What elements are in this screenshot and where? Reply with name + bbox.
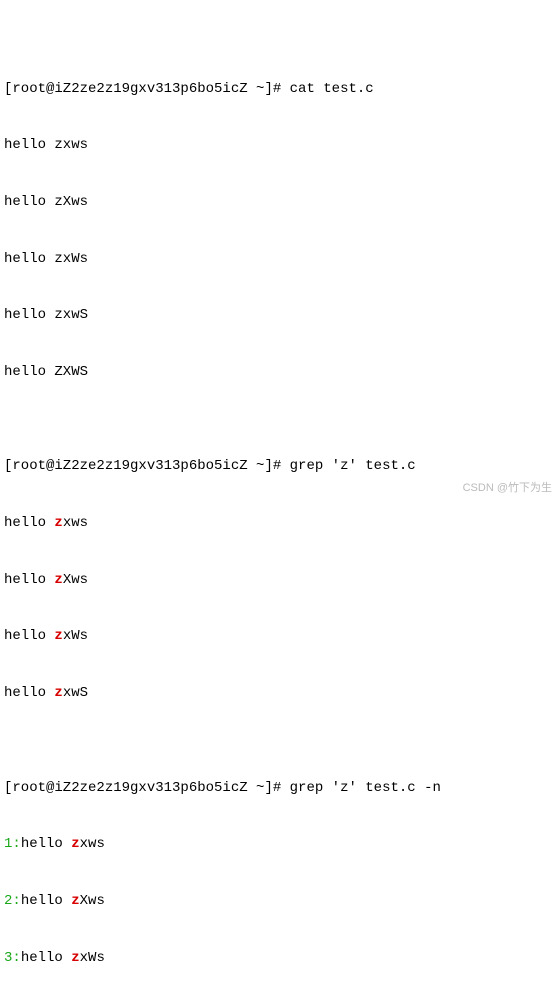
output-line: hello zxWs <box>4 627 558 646</box>
match-highlight: z <box>54 628 62 644</box>
output-line: hello ZXWS <box>4 363 558 382</box>
match-highlight: z <box>54 572 62 588</box>
output-line: hello zxws <box>4 514 558 533</box>
output-line: hello zxwS <box>4 684 558 703</box>
prompt: [root@iZ2ze2z19gxv313p6bo5icZ ~]# <box>4 458 290 474</box>
output-line: 1:hello zxws <box>4 835 558 854</box>
prompt-line: [root@iZ2ze2z19gxv313p6bo5icZ ~]# grep '… <box>4 779 558 798</box>
output-line: hello zxws <box>4 136 558 155</box>
prompt-line: [root@iZ2ze2z19gxv313p6bo5icZ ~]# grep '… <box>4 457 558 476</box>
match-highlight: z <box>71 950 79 966</box>
prompt-line: [root@iZ2ze2z19gxv313p6bo5icZ ~]# cat te… <box>4 80 558 99</box>
match-highlight: z <box>71 836 79 852</box>
terminal-output: [root@iZ2ze2z19gxv313p6bo5icZ ~]# cat te… <box>4 4 558 1000</box>
watermark-text: CSDN @竹下为生 <box>463 481 552 496</box>
line-number: 3 <box>4 950 12 966</box>
output-line: hello zXws <box>4 571 558 590</box>
match-highlight: z <box>54 515 62 531</box>
command-text: grep 'z' test.c <box>290 458 416 474</box>
output-line: 2:hello zXws <box>4 892 558 911</box>
command-text: grep 'z' test.c -n <box>290 780 441 796</box>
prompt: [root@iZ2ze2z19gxv313p6bo5icZ ~]# <box>4 780 290 796</box>
output-line: hello zxWs <box>4 250 558 269</box>
line-number: 2 <box>4 893 12 909</box>
prompt: [root@iZ2ze2z19gxv313p6bo5icZ ~]# <box>4 81 290 97</box>
output-line: hello zXws <box>4 193 558 212</box>
line-number: 1 <box>4 836 12 852</box>
output-line: 3:hello zxWs <box>4 949 558 968</box>
match-highlight: z <box>71 893 79 909</box>
command-text: cat test.c <box>290 81 374 97</box>
match-highlight: z <box>54 685 62 701</box>
output-line: hello zxwS <box>4 306 558 325</box>
